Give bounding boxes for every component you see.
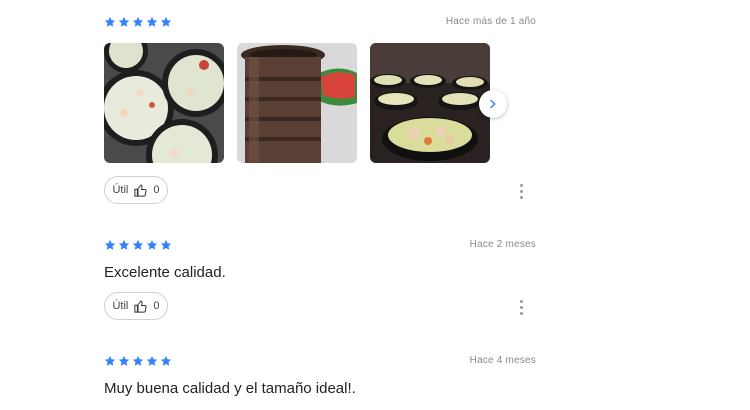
useful-label: Útil [112, 300, 129, 312]
useful-label: Útil [112, 184, 129, 196]
review-text: Muy buena calidad y el tamaño ideal!. [104, 380, 356, 397]
useful-count: 0 [153, 184, 160, 196]
useful-count: 0 [153, 300, 160, 312]
star-icon [160, 16, 172, 28]
review-photo-ceviche-bowls[interactable] [104, 43, 224, 163]
star-icon [132, 239, 144, 251]
review-photo-gallery [104, 43, 490, 163]
star-icon [104, 355, 116, 367]
star-icon [146, 239, 158, 251]
chevron-right-icon [490, 99, 496, 109]
review-photo-stacked-clay-bowls[interactable] [237, 43, 357, 163]
useful-button[interactable]: Útil 0 [104, 292, 168, 320]
review-date: Hace 2 meses [469, 239, 536, 250]
star-icon [104, 16, 116, 28]
review-item: Hace 2 meses Excelente calidad. Útil 0 [104, 239, 536, 329]
star-icon [132, 16, 144, 28]
thumbs-up-icon [133, 299, 148, 314]
more-options-icon[interactable] [520, 300, 524, 315]
gallery-next-button[interactable] [479, 90, 507, 118]
star-icon [118, 239, 130, 251]
star-icon [160, 239, 172, 251]
rating-stars [104, 355, 172, 367]
review-date: Hace 4 meses [469, 355, 536, 366]
useful-button[interactable]: Útil 0 [104, 176, 168, 204]
star-icon [104, 239, 116, 251]
thumbs-up-icon [133, 183, 148, 198]
review-text: Excelente calidad. [104, 264, 226, 281]
star-icon [146, 16, 158, 28]
rating-stars [104, 16, 172, 28]
star-icon [146, 355, 158, 367]
review-item: Hace más de 1 año Útil 0 [104, 16, 536, 206]
review-photo-bowls-on-table[interactable] [370, 43, 490, 163]
star-icon [118, 16, 130, 28]
star-icon [132, 355, 144, 367]
star-icon [160, 355, 172, 367]
star-icon [118, 355, 130, 367]
review-date: Hace más de 1 año [445, 16, 536, 27]
more-options-icon[interactable] [520, 184, 524, 199]
rating-stars [104, 239, 172, 251]
review-item: Hace 4 meses Muy buena calidad y el tama… [104, 355, 536, 405]
